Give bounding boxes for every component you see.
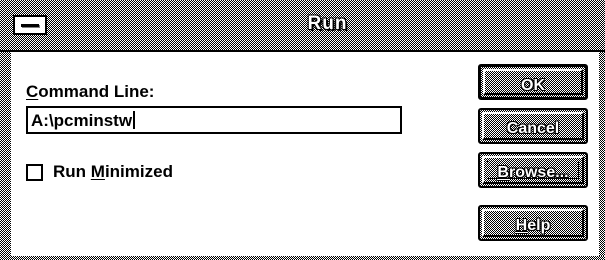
ok-button-bevel: OK [483,69,583,95]
command-line-value: A:\pcminstw [31,111,133,130]
cancel-button[interactable]: Cancel [478,108,588,144]
browse-button-bevel: Browse... [482,156,584,184]
help-button-label: Help [515,217,551,234]
browse-button[interactable]: Browse... [478,152,588,188]
run-minimized-label[interactable]: Run Minimized [53,162,173,182]
text-caret [133,111,136,129]
run-dialog: Run Command Line: A:\pcminstw Run Minimi… [0,0,605,260]
title-bar[interactable]: Run [0,0,605,52]
system-menu-button[interactable] [13,15,47,35]
help-button-bevel: Help [482,209,584,237]
ok-button[interactable]: OK [478,64,588,100]
cancel-button-label: Cancel [506,120,560,137]
ok-button-label: OK [521,77,545,94]
command-line-input[interactable]: A:\pcminstw [26,106,402,134]
command-line-label: Command Line: [26,82,155,101]
window-title: Run [307,13,348,34]
help-button[interactable]: Help [478,205,588,241]
cancel-button-bevel: Cancel [482,112,584,140]
system-menu-icon [21,24,39,27]
run-minimized-checkbox[interactable] [26,164,43,181]
window-frame-bottom [0,256,605,260]
browse-button-label: Browse... [497,164,569,181]
